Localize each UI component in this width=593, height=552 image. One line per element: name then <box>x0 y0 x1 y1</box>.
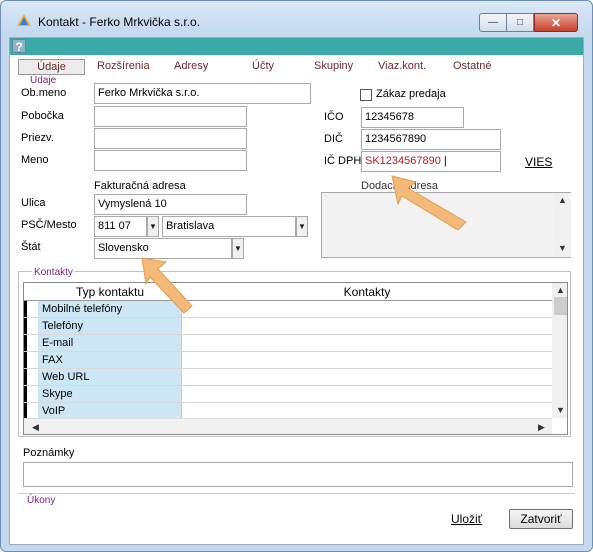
psc-dropdown-button[interactable]: ▼ <box>147 216 159 237</box>
ico-field[interactable]: 12345678 <box>361 107 464 128</box>
stat-dropdown-button[interactable]: ▼ <box>232 238 244 259</box>
scroll-thumb[interactable] <box>554 297 567 315</box>
contact-type-cell: VoIP <box>38 403 182 419</box>
client-area: ? Údaje Rozšírenia Adresy Účty Skupiny V… <box>9 37 584 545</box>
table-row[interactable]: Skype <box>24 386 552 403</box>
app-icon <box>17 14 31 26</box>
contact-value-cell[interactable] <box>182 318 552 334</box>
psc-field[interactable]: 811 07 <box>94 216 147 237</box>
contact-value-cell[interactable] <box>182 335 552 351</box>
scroll-right-icon[interactable]: ▶ <box>538 422 545 433</box>
ico-label: IČO <box>324 111 344 123</box>
scroll-down-icon[interactable]: ▼ <box>556 405 565 415</box>
icdph-field[interactable]: SK1234567890 | <box>361 151 501 172</box>
contact-value-cell[interactable] <box>182 352 552 368</box>
tab-skupiny[interactable]: Skupiny <box>314 60 353 72</box>
contact-value-cell[interactable] <box>182 403 552 419</box>
chevron-down-icon: ▼ <box>234 244 242 253</box>
dodacia-scrollbar[interactable]: ▲ ▼ <box>554 193 571 257</box>
ulica-field[interactable]: Vymyslená 10 <box>94 194 247 215</box>
poznamky-label: Poznámky <box>23 447 75 459</box>
grid-header: Typ kontaktu Kontakty <box>24 283 552 301</box>
dic-field[interactable]: 1234567890 <box>361 129 501 150</box>
table-row[interactable]: E-mail <box>24 335 552 352</box>
contact-type-cell: Skype <box>38 386 182 402</box>
meno-label: Meno <box>21 154 49 166</box>
pobocka-label: Pobočka <box>21 110 64 122</box>
scroll-up-icon[interactable]: ▲ <box>558 195 567 205</box>
contact-type-cell: Web URL <box>38 369 182 385</box>
maximize-button[interactable]: □ <box>506 13 534 32</box>
close-window-button[interactable]: ✕ <box>534 13 578 32</box>
tab-rozsirenia[interactable]: Rozšírenia <box>97 60 150 72</box>
toolbar-strip: ? <box>10 38 583 55</box>
mesto-dropdown-button[interactable]: ▼ <box>296 216 308 237</box>
header-kontakty[interactable]: Kontakty <box>182 283 552 301</box>
contact-value-cell[interactable] <box>182 369 552 385</box>
priezv-label: Priezv. <box>21 132 54 144</box>
contact-value-cell[interactable] <box>182 301 552 317</box>
tab-adresy[interactable]: Adresy <box>174 60 208 72</box>
table-row[interactable]: FAX <box>24 352 552 369</box>
priezv-field[interactable] <box>94 128 247 149</box>
section-kontakty-label: Kontakty <box>32 267 75 278</box>
tab-udaje[interactable]: Údaje <box>18 59 85 75</box>
stat-label: Štát <box>21 241 41 253</box>
minimize-button[interactable]: — <box>479 13 507 32</box>
highlight-arrow-icon <box>391 175 467 231</box>
tab-ostatne[interactable]: Ostatné <box>453 60 492 72</box>
title-bar[interactable]: Kontakt - Ferko Mrkvička s.r.o. — □ ✕ <box>1 1 592 32</box>
psc-mesto-label: PSČ/Mesto <box>21 219 77 231</box>
table-row[interactable]: Mobilné telefóny <box>24 301 552 318</box>
contact-type-cell: FAX <box>38 352 182 368</box>
pobocka-field[interactable] <box>94 106 247 127</box>
close-icon: ✕ <box>550 15 562 30</box>
contact-type-cell: E-mail <box>38 335 182 351</box>
scroll-up-icon[interactable]: ▲ <box>556 285 565 295</box>
contact-type-cell: Telefóny <box>38 318 182 334</box>
help-icon[interactable]: ? <box>12 39 26 54</box>
divider <box>18 493 575 494</box>
highlight-arrow-icon <box>141 257 193 314</box>
chevron-down-icon: ▼ <box>298 222 306 231</box>
table-row[interactable]: Telefóny <box>24 318 552 335</box>
icdph-label: IČ DPH <box>324 155 362 167</box>
obmeno-label: Ob.meno <box>21 87 67 99</box>
mesto-field[interactable]: Bratislava <box>162 216 296 237</box>
chevron-down-icon: ▼ <box>149 222 157 231</box>
vies-link[interactable]: VIES <box>525 155 552 169</box>
obmeno-field[interactable]: Ferko Mrkvička s.r.o. <box>94 83 311 104</box>
zakaz-predaja-checkbox[interactable] <box>360 89 372 101</box>
icdph-value: SK1234567890 <box>365 155 441 167</box>
table-row[interactable]: Web URL <box>24 369 552 386</box>
section-ukony-label: Úkony <box>27 495 56 506</box>
save-button[interactable]: Uložiť <box>451 512 482 526</box>
zakaz-predaja-label: Zákaz predaja <box>376 88 446 100</box>
poznamky-field[interactable] <box>23 462 573 487</box>
maximize-icon: □ <box>516 17 524 28</box>
tab-ucty[interactable]: Účty <box>252 60 274 72</box>
close-button[interactable]: Zatvoriť <box>509 509 573 529</box>
contact-window: Kontakt - Ferko Mrkvička s.r.o. — □ ✕ ? … <box>0 0 593 552</box>
tab-viaz-kont[interactable]: Viaz.kont. <box>378 60 426 72</box>
window-title: Kontakt - Ferko Mrkvička s.r.o. <box>38 15 201 29</box>
dic-label: DIČ <box>324 133 343 145</box>
ulica-label: Ulica <box>21 197 46 209</box>
contact-value-cell[interactable] <box>182 386 552 402</box>
scroll-down-icon[interactable]: ▼ <box>558 243 567 253</box>
grid-horizontal-scrollbar[interactable]: ◀ ▶ <box>24 418 552 434</box>
fakturacna-adresa-label: Fakturačná adresa <box>94 180 186 192</box>
section-udaje-label: Údaje <box>30 75 57 86</box>
contacts-grid: Typ kontaktu Kontakty Mobilné telefóny T… <box>23 282 568 435</box>
meno-field[interactable] <box>94 150 247 171</box>
scroll-left-icon[interactable]: ◀ <box>32 422 39 433</box>
grid-vertical-scrollbar[interactable]: ▲ ▼ <box>552 283 567 418</box>
minimize-icon: — <box>488 17 498 28</box>
